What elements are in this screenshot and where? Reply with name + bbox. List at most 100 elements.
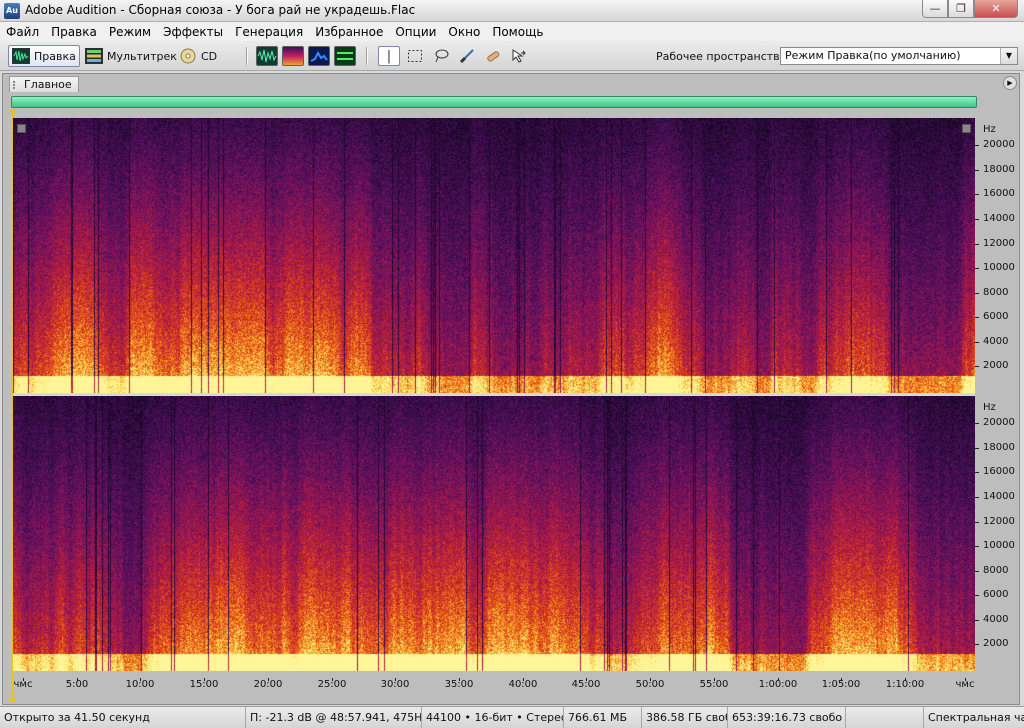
freq-tick	[975, 244, 979, 245]
freq-tick	[975, 342, 979, 343]
menu-edit[interactable]: Правка	[45, 25, 103, 39]
workspace-value: Режим Правка(по умолчанию)	[785, 49, 961, 62]
playhead-bottom-marker[interactable]	[9, 695, 17, 701]
toolbar: Правка Мультитрек CD | Рабочее пространс…	[0, 41, 1024, 71]
audition-app-icon[interactable]: Au	[4, 3, 20, 19]
chevron-down-icon[interactable]: ▼	[1000, 48, 1017, 64]
freq-tick	[975, 644, 979, 645]
time-ruler[interactable]: чмс 5:00 10:00 15:00 20:00 25:00 30:00 35:00 40:…	[13, 678, 975, 694]
freq-tick-label: 2000	[983, 360, 1009, 371]
workspace-label: Рабочее пространство:	[656, 50, 791, 63]
edit-mode-label: Правка	[34, 49, 76, 63]
menu-effects[interactable]: Эффекты	[157, 25, 229, 39]
menu-help[interactable]: Помощь	[486, 25, 549, 39]
status-free-time: 653:39:16.73 свобо	[728, 707, 846, 728]
time-tick-label: 1:00:00	[758, 679, 798, 690]
time-tick-label: чмс	[955, 679, 975, 690]
freq-tick-label: 12000	[983, 516, 1015, 527]
status-file-format: 44100 • 16-бит • Стерео	[422, 707, 564, 728]
freq-tick-label: 18000	[983, 442, 1015, 453]
freq-tick-label: 8000	[983, 565, 1009, 576]
maximize-icon[interactable]: ❐	[948, 0, 974, 18]
main-panel: Главное ▶ Hz 20000 18000 16000 14000 12000 100…	[2, 73, 1020, 705]
spectral-phase-view-icon[interactable]	[334, 46, 356, 66]
effects-paintbrush-tool-icon[interactable]	[456, 46, 478, 66]
close-icon[interactable]: ✕	[974, 0, 1018, 18]
spectrogram-right-channel[interactable]	[13, 396, 975, 671]
workspace-select[interactable]: Режим Правка(по умолчанию) ▼	[780, 47, 1018, 65]
zoom-corner-left-icon[interactable]	[17, 124, 26, 133]
edit-mode-button[interactable]: Правка	[8, 45, 80, 67]
freq-unit-label: Hz	[983, 402, 996, 413]
freq-unit-label: Hz	[983, 124, 996, 135]
title-bar: Au Adobe Audition - Сборная союза - У бо…	[0, 0, 1024, 22]
menu-options[interactable]: Опции	[389, 25, 442, 39]
lasso-selection-tool-icon[interactable]	[430, 46, 452, 66]
grip-icon	[13, 81, 21, 89]
frequency-axis-right: Hz 20000 18000 16000 14000 12000 10000 8000 6000…	[975, 396, 1019, 671]
menu-window[interactable]: Окно	[442, 25, 486, 39]
time-selection-tool-icon[interactable]: |	[378, 46, 400, 66]
time-tick-label: 1:10:00	[885, 679, 925, 690]
cd-mode-icon	[180, 48, 196, 64]
scrub-tool-icon[interactable]	[508, 46, 530, 66]
marquee-selection-tool-icon[interactable]	[404, 46, 426, 66]
tab-main[interactable]: Главное	[9, 76, 79, 92]
freq-tick	[975, 448, 979, 449]
freq-tick	[975, 219, 979, 220]
freq-tick-label: 14000	[983, 213, 1015, 224]
freq-tick-label: 4000	[983, 336, 1009, 347]
status-bar: Открыто за 41.50 секунд П: -21.3 dB @ 48…	[0, 706, 1024, 728]
freq-tick	[975, 595, 979, 596]
spot-healing-brush-tool-icon[interactable]	[482, 46, 504, 66]
spectral-frequency-view-icon[interactable]	[282, 46, 304, 66]
time-tick-label: 45:00	[571, 679, 601, 690]
menu-generate[interactable]: Генерация	[229, 25, 309, 39]
time-tick-label: чмс	[13, 679, 33, 690]
freq-tick-label: 2000	[983, 638, 1009, 649]
freq-tick	[975, 423, 979, 424]
minimize-icon[interactable]: —	[922, 0, 948, 18]
freq-tick-label: 20000	[983, 139, 1015, 150]
spectrogram-left-channel[interactable]	[13, 118, 975, 393]
freq-tick-label: 4000	[983, 614, 1009, 625]
freq-tick	[975, 620, 979, 621]
freq-tick-label: 6000	[983, 311, 1009, 322]
status-empty-field	[846, 707, 924, 728]
time-tick-label: 15:00	[189, 679, 219, 690]
waveform-view-icon[interactable]	[256, 46, 278, 66]
spectrogram-left-canvas	[13, 118, 975, 393]
overview-bar[interactable]	[11, 96, 977, 108]
freq-tick-label: 6000	[983, 589, 1009, 600]
playhead-top-marker[interactable]	[9, 110, 17, 116]
freq-tick	[975, 497, 979, 498]
time-tick-label: 5:00	[65, 679, 89, 690]
toolbar-separator	[366, 47, 368, 65]
tab-main-label: Главное	[24, 78, 72, 91]
freq-tick	[975, 366, 979, 367]
menu-favorites[interactable]: Избранное	[309, 25, 389, 39]
window-title: Adobe Audition - Сборная союза - У бога …	[25, 3, 416, 17]
freq-tick-label: 14000	[983, 491, 1015, 502]
time-tick-label: 20:00	[253, 679, 283, 690]
window-controls: — ❐ ✕	[922, 0, 1018, 18]
menu-file[interactable]: Файл	[0, 25, 45, 39]
status-free-space: 386.58 ГБ свобод	[642, 707, 728, 728]
cd-mode-label: CD	[201, 49, 218, 63]
freq-tick	[975, 194, 979, 195]
multitrack-mode-button[interactable]: Мультитрек	[82, 45, 180, 67]
freq-tick	[975, 522, 979, 523]
status-file-size: 766.61 МБ	[564, 707, 642, 728]
freq-tick	[975, 472, 979, 473]
cd-mode-button[interactable]: CD	[176, 45, 220, 67]
menu-view[interactable]: Режим	[103, 25, 157, 39]
edit-mode-icon	[12, 48, 30, 64]
time-tick-label: 35:00	[444, 679, 474, 690]
time-tick-label: 25:00	[317, 679, 347, 690]
zoom-corner-right-icon[interactable]	[962, 124, 971, 133]
time-tick-label: 50:00	[635, 679, 665, 690]
spectral-pan-view-icon[interactable]	[308, 46, 330, 66]
freq-tick-label: 16000	[983, 188, 1015, 199]
multitrack-mode-label: Мультитрек	[107, 49, 177, 63]
panel-menu-icon[interactable]: ▶	[1003, 76, 1017, 90]
